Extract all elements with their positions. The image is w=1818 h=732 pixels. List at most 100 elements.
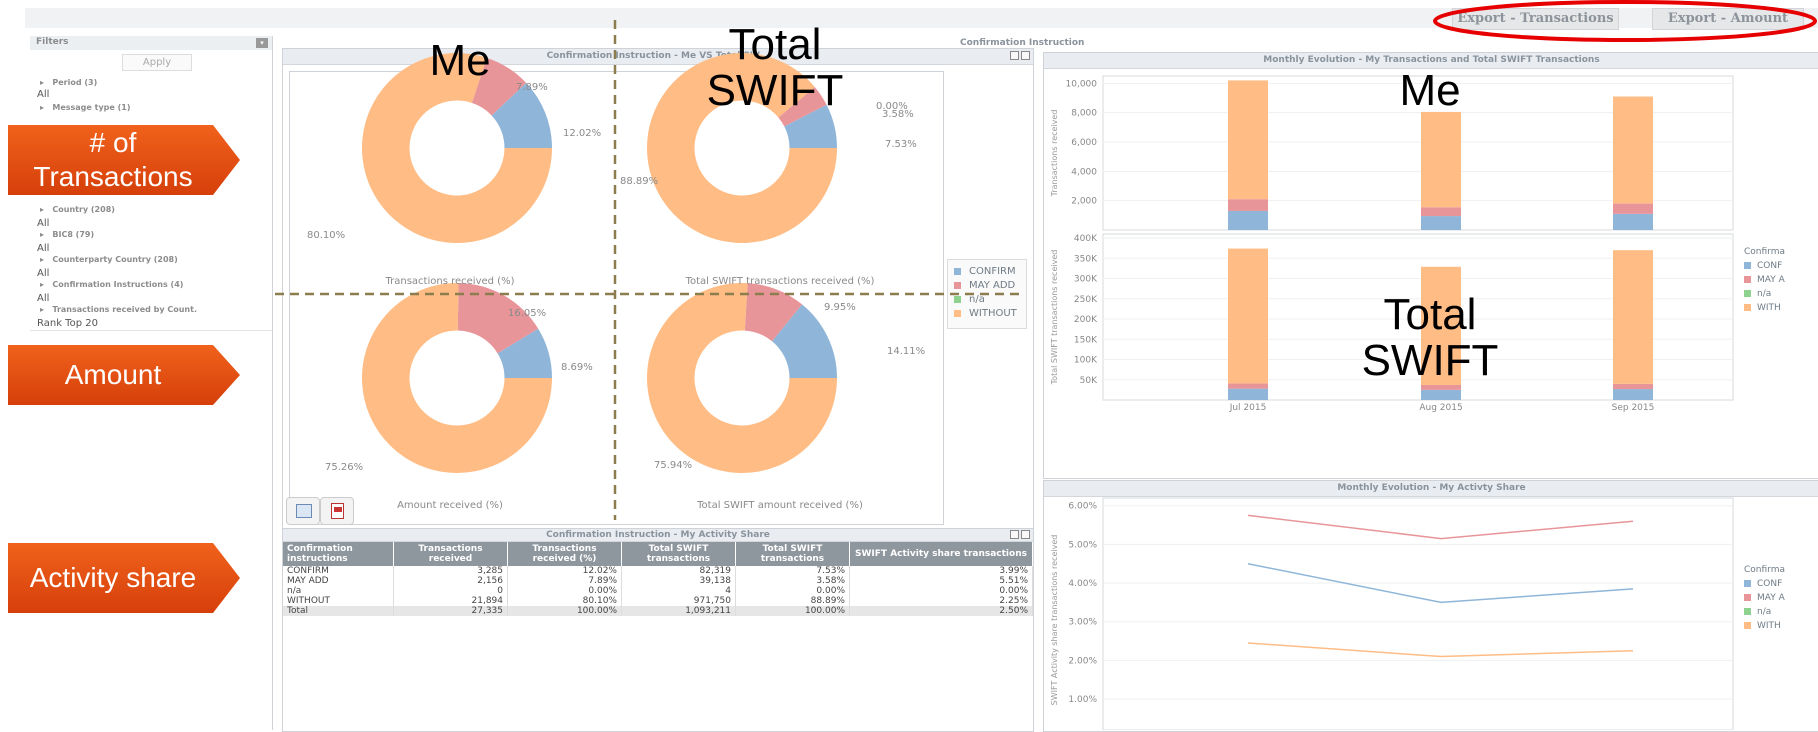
- overlay-me-right: Me: [1399, 66, 1461, 115]
- y-tick-label: 400K: [1074, 234, 1098, 244]
- table-cell: 3,285: [393, 566, 508, 576]
- table-cell: 971,750: [621, 596, 736, 606]
- callout-transactions-label: # of Transactions: [33, 127, 193, 192]
- x-tick-label: Aug 2015: [1419, 403, 1462, 413]
- y-tick-label: 4,000: [1071, 167, 1097, 177]
- line-legend-may-add[interactable]: MAY A: [1744, 593, 1785, 603]
- table-row[interactable]: WITHOUT 21,894 80.10% 971,750 88.89% 2.25%: [283, 596, 1033, 606]
- bar-segment-confirm[interactable]: [1228, 210, 1268, 230]
- callout-activity-share-label: Activity share: [29, 562, 197, 593]
- table-minimize-icon[interactable]: [1010, 530, 1019, 539]
- table-cell: 21,894: [393, 596, 508, 606]
- bar-segment-without[interactable]: [1613, 250, 1653, 384]
- activity-share-table-panel: Confirmation Instruction - My Activity S…: [282, 528, 1034, 732]
- table-cell: 88.89%: [735, 596, 850, 606]
- bar-segment-mayadd[interactable]: [1228, 199, 1268, 211]
- table-cell: 0.00%: [849, 586, 1033, 596]
- table-cell: 80.10%: [507, 596, 622, 606]
- activity-share-table: Confirmation instructions Transactions r…: [283, 542, 1033, 616]
- bar-segment-without[interactable]: [1228, 80, 1268, 200]
- table-panel-title: Confirmation Instruction - My Activity S…: [283, 529, 1033, 542]
- line-legend-confirm[interactable]: CONF: [1744, 579, 1782, 589]
- table-cell: 4: [621, 586, 736, 596]
- y-tick-label: 6.00%: [1068, 502, 1097, 512]
- bar-segment-confirm[interactable]: [1613, 389, 1653, 400]
- table-maximize-icon[interactable]: [1021, 530, 1030, 539]
- table-cell: 39,138: [621, 576, 736, 586]
- bar-segment-confirm[interactable]: [1228, 388, 1268, 400]
- bar-legend-may-add[interactable]: MAY A: [1744, 275, 1785, 285]
- monthly-bar-charts: 10,000 8,000 6,000 4,000 2,000 Transactions r…: [1050, 75, 1734, 413]
- th-total-swift-transactions[interactable]: Total SWIFT transactions: [621, 542, 736, 566]
- table-cell: 0.00%: [735, 586, 850, 596]
- table-row[interactable]: MAY ADD 2,156 7.89% 39,138 3.58% 5.51%: [283, 576, 1033, 586]
- x-tick-label: Sep 2015: [1612, 403, 1655, 413]
- y-tick-label: 100K: [1074, 356, 1098, 366]
- bar-segment-mayadd[interactable]: [1613, 383, 1653, 390]
- y-axis-label: Transactions received: [1050, 110, 1059, 198]
- table-cell: 1,093,211: [621, 606, 736, 616]
- table-cell: 3.99%: [849, 566, 1033, 576]
- bar-segment-mayadd[interactable]: [1421, 385, 1461, 390]
- bar-segment-mayadd[interactable]: [1421, 207, 1461, 217]
- th-swift-activity-share[interactable]: SWIFT Activity share transactions: [849, 542, 1033, 566]
- table-cell: 12.02%: [507, 566, 622, 576]
- bar-segment-without[interactable]: [1228, 248, 1268, 384]
- y-tick-label: 1.00%: [1068, 695, 1097, 705]
- bar-segment-confirm[interactable]: [1421, 216, 1461, 230]
- bar-segment-confirm[interactable]: [1421, 389, 1461, 400]
- overlay-me-left: Me: [429, 36, 491, 85]
- y-tick-label: 4.00%: [1068, 579, 1097, 589]
- y-tick-label: 3.00%: [1068, 618, 1097, 628]
- table-cell: 5.51%: [849, 576, 1033, 586]
- table-cell: CONFIRM: [283, 566, 394, 576]
- table-row[interactable]: n/a 0 0.00% 4 0.00% 0.00%: [283, 586, 1033, 596]
- y-tick-label: 350K: [1074, 254, 1098, 264]
- bar-segment-mayadd[interactable]: [1613, 203, 1653, 214]
- table-row[interactable]: CONFIRM 3,285 12.02% 82,319 7.53% 3.99%: [283, 566, 1033, 576]
- y-tick-label: 10,000: [1066, 79, 1098, 89]
- table-row[interactable]: Total 27,335 100.00% 1,093,211 100.00% 2.50%: [283, 606, 1033, 616]
- th-confirmation-instructions[interactable]: Confirmation instructions: [283, 542, 394, 566]
- line-legend: Confirma CONF MAY A n/a WITH: [1744, 551, 1818, 651]
- table-cell: MAY ADD: [283, 576, 394, 586]
- line-legend-na[interactable]: n/a: [1744, 607, 1771, 617]
- bar-legend-na[interactable]: n/a: [1744, 289, 1771, 299]
- table-cell: 2.25%: [849, 596, 1033, 606]
- bar-legend-confirm[interactable]: CONF: [1744, 261, 1782, 271]
- overlay-total-swift-right: Total SWIFT: [1361, 290, 1499, 385]
- bar-legend-title: Confirma: [1744, 247, 1785, 257]
- overlay-total-swift-left: Total SWIFT: [706, 20, 844, 115]
- y-tick-label: 5.00%: [1068, 540, 1097, 550]
- table-cell: n/a: [283, 586, 394, 596]
- line-legend-without[interactable]: WITH: [1744, 621, 1781, 631]
- bar-segment-mayadd[interactable]: [1228, 383, 1268, 389]
- table-cell: 82,319: [621, 566, 736, 576]
- bar-segment-without[interactable]: [1613, 96, 1653, 204]
- activity-share-line-chart: 6.00% 5.00% 4.00% 3.00% 2.00% 1.00% SWIFT Acti…: [1050, 497, 1734, 730]
- y-tick-label: 8,000: [1071, 109, 1097, 119]
- y-tick-label: 300K: [1074, 275, 1098, 285]
- callout-amount-label: Amount: [64, 359, 162, 390]
- bar-segment-without[interactable]: [1421, 111, 1461, 208]
- table-header-row: Confirmation instructions Transactions r…: [283, 542, 1033, 566]
- y-tick-label: 250K: [1074, 295, 1098, 305]
- table-cell: WITHOUT: [283, 596, 394, 606]
- y-tick-label: 150K: [1074, 335, 1098, 345]
- th-transactions-received-pct[interactable]: Transactions received (%): [507, 542, 622, 566]
- y-axis-label: Total SWIFT transactions received: [1050, 250, 1059, 386]
- table-cell: 2,156: [393, 576, 508, 586]
- bar-segment-confirm[interactable]: [1613, 213, 1653, 230]
- th-transactions-received[interactable]: Transactions received: [393, 542, 508, 566]
- line-plot-area: [1102, 497, 1734, 730]
- table-cell: 100.00%: [507, 606, 622, 616]
- callout-activity-share: Activity share: [8, 543, 240, 613]
- table-cell: 7.89%: [507, 576, 622, 586]
- bar-legend-without[interactable]: WITH: [1744, 303, 1781, 313]
- line-legend-title: Confirma: [1744, 565, 1785, 575]
- y-tick-label: 2,000: [1071, 197, 1097, 207]
- y-tick-label: 200K: [1074, 315, 1098, 325]
- bar-legend: Confirma CONF MAY A n/a WITH: [1744, 233, 1818, 333]
- table-cell: Total: [283, 606, 394, 616]
- th-total-swift-transactions-pct[interactable]: Total SWIFT transactions: [735, 542, 850, 566]
